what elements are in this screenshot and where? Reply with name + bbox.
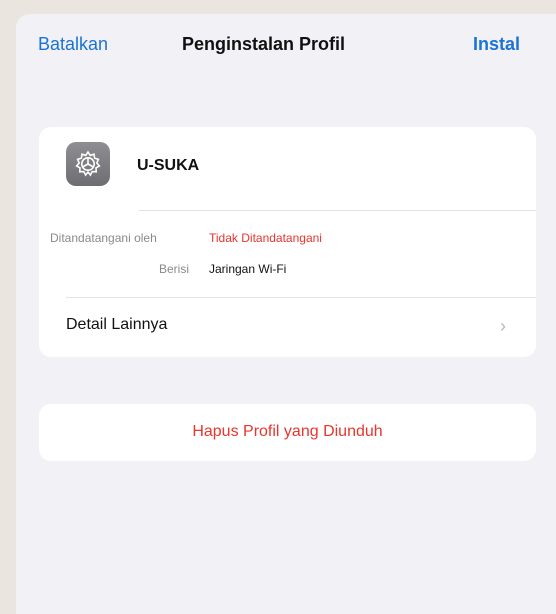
- contains-value: Jaringan Wi-Fi: [209, 262, 287, 276]
- chevron-right-icon: ›: [500, 316, 506, 336]
- signed-by-value: Tidak Ditandatangani: [209, 231, 322, 245]
- contains-label: Berisi: [159, 262, 190, 276]
- install-button[interactable]: Instal: [473, 34, 520, 55]
- profile-install-sheet: Batalkan Penginstalan Profil Instal U-SU…: [16, 14, 556, 614]
- gear-icon: [66, 142, 110, 186]
- more-details-row[interactable]: Detail Lainnya ›: [39, 298, 536, 357]
- signed-by-label: Ditandatangani oleh: [50, 231, 157, 245]
- delete-profile-label: Hapus Profil yang Diunduh: [192, 423, 383, 440]
- profile-name: U-SUKA: [137, 157, 200, 174]
- navigation-bar: Batalkan Penginstalan Profil Instal: [16, 14, 556, 76]
- more-details-label: Detail Lainnya: [66, 316, 168, 333]
- profile-card: U-SUKA Ditandatangani oleh Tidak Ditanda…: [39, 127, 536, 357]
- gear-icon-graphic: [75, 150, 101, 177]
- cancel-button[interactable]: Batalkan: [38, 34, 108, 55]
- delete-profile-button[interactable]: Hapus Profil yang Diunduh: [39, 404, 536, 461]
- divider: [139, 210, 536, 211]
- page-title: Penginstalan Profil: [182, 34, 346, 54]
